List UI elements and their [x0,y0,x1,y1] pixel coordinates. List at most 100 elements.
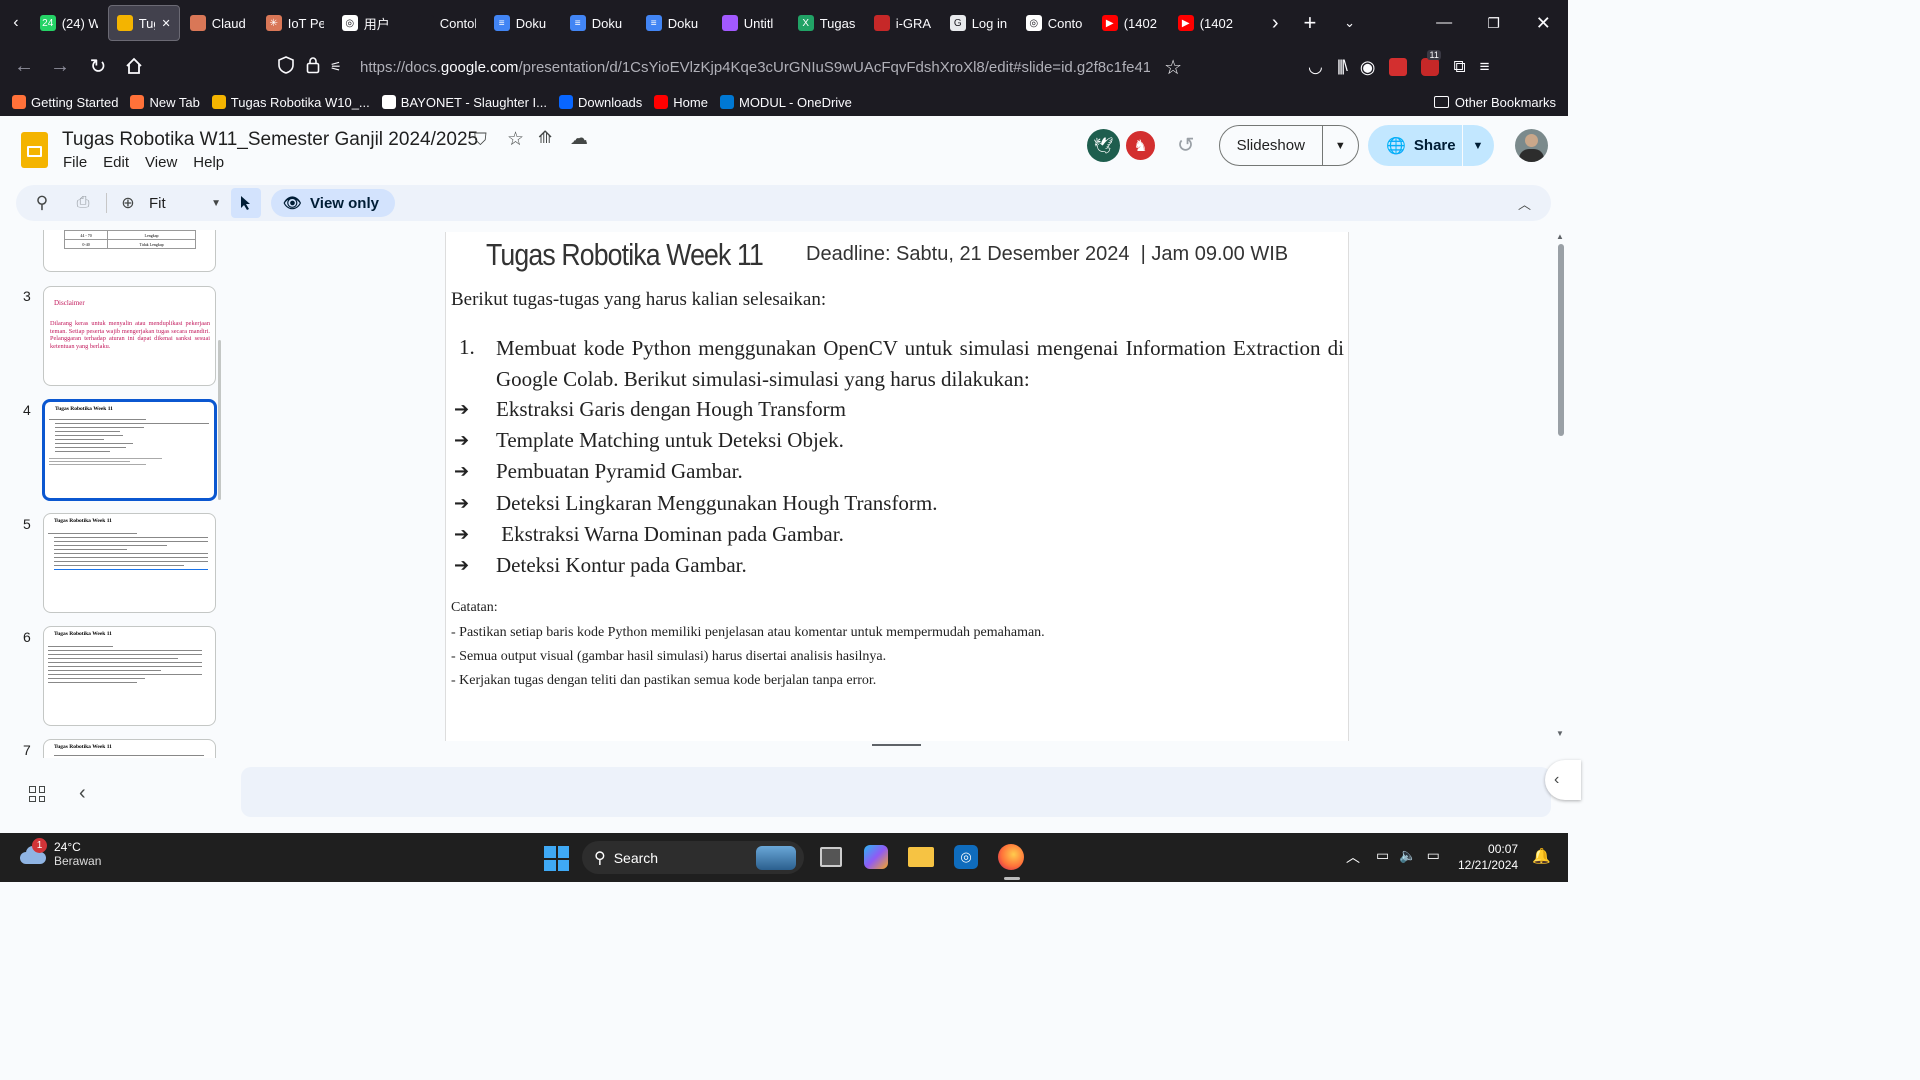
slide-thumbnail-4[interactable]: Tugas Robotika Week 11 [42,399,217,501]
grid-view-icon[interactable] [29,786,45,802]
bookmark-item[interactable]: New Tab [130,95,200,110]
browser-tab[interactable]: ≡ Doku [562,5,636,41]
bookmark-star-icon[interactable]: ☆ [1164,55,1182,80]
site-permissions-icon[interactable]: ⚟ [330,59,354,75]
speaker-notes-area[interactable] [241,767,1551,817]
document-title[interactable]: Tugas Robotika W11_Semester Ganjil 2024/… [62,129,478,151]
print-icon[interactable]: ⎙ [68,194,98,212]
notifications-bell-icon[interactable]: 🔔 [1532,847,1551,865]
slideshow-button[interactable]: Slideshow [1220,137,1322,154]
browser-tab[interactable]: X Tugas [790,5,864,41]
pocket-icon[interactable]: ◡ [1308,57,1323,77]
weather-widget[interactable]: 1 24°C Berawan [18,838,101,868]
browser-tab[interactable]: ◎ 用户 [334,5,408,41]
browser-tab[interactable]: Untitl [714,5,788,41]
restore-window-button[interactable]: ❐ [1469,5,1519,41]
slideshow-dropdown-icon[interactable]: ▼ [1323,140,1358,152]
account-icon[interactable]: ◉ [1360,57,1376,78]
back-button[interactable]: ← [10,52,38,80]
tab-scroll-left-icon[interactable]: ‹ [0,5,32,41]
browser-tab[interactable]: Contoh_C [410,5,484,41]
bookmark-item[interactable]: MODUL - OneDrive [719,95,852,110]
reload-button[interactable]: ↻ [84,52,112,80]
menu-view[interactable]: View [145,154,177,171]
zoom-icon[interactable]: ⊕ [115,193,141,213]
version-history-icon[interactable]: ↺ [1177,133,1195,158]
share-dropdown-icon[interactable]: ▼ [1463,140,1493,152]
search-menus-icon[interactable]: ⚲ [16,193,68,213]
browser-tab[interactable]: i-GRA [866,5,940,41]
menu-help[interactable]: Help [193,154,224,171]
list-all-tabs-icon[interactable]: ⌄ [1330,5,1370,41]
start-button[interactable] [544,846,569,871]
bookmark-item[interactable]: Downloads [558,95,642,110]
shortcut-add-icon[interactable]: ⟰ [538,128,552,148]
extension-badge-icon[interactable]: 11 [1421,50,1441,76]
extensions-puzzle-icon[interactable]: ⧉ [1453,57,1465,77]
canvas-scroll-down-icon[interactable]: ▼ [1556,729,1564,738]
browser-tab[interactable]: 24 (24) W [32,5,106,41]
browser-tab[interactable]: ◎ Conto [1018,5,1092,41]
browser-tab[interactable]: ▶ (1402 [1094,5,1168,41]
file-explorer-icon[interactable] [908,847,934,867]
slide-thumbnail-2[interactable]: 44 - 70 Lengkap 0-40 Tidak Lengkap [43,230,216,272]
clock[interactable]: 00:07 12/21/2024 [1458,841,1518,873]
slide-thumbnail-7[interactable]: Tugas Robotika Week 11 [43,739,216,758]
bookmark-item[interactable]: Tugas Robotika W10_... [211,95,370,110]
lock-icon[interactable] [306,56,328,78]
browser-tab[interactable]: ≡ Doku [486,5,560,41]
collaborator-avatar[interactable]: ♞ [1124,129,1157,162]
filmstrip-scrollbar[interactable] [218,340,221,500]
collapse-filmstrip-icon[interactable]: ‹ [79,782,86,805]
home-button[interactable] [120,52,148,80]
slide-thumbnail-5[interactable]: Tugas Robotika Week 11 [43,513,216,613]
extension-red-icon[interactable] [1389,58,1408,76]
slide-thumbnail-3[interactable]: Disclaimer Dilarang keras untuk menyalin… [43,286,216,386]
google-slides-logo-icon[interactable] [21,132,48,168]
collaborator-avatar[interactable]: 🕊 [1087,129,1120,162]
taskbar-search-box[interactable]: ⚲ Search [582,841,804,874]
url-text[interactable]: https://docs.google.com/presentation/d/1… [360,59,1150,76]
library-icon[interactable]: |||\ [1337,58,1348,76]
menu-edit[interactable]: Edit [103,154,129,171]
star-icon[interactable]: ☆ [507,128,524,151]
minimize-window-button[interactable]: — [1419,5,1469,41]
tab-scroll-right-icon[interactable]: › [1260,5,1290,41]
canvas-scrollbar[interactable] [1558,244,1564,436]
address-bar[interactable]: ⚟ https://docs.google.com/presentation/d… [268,51,1198,83]
taskbar-app-icon[interactable]: ◎ [954,845,978,869]
slide-thumbnail-6[interactable]: Tugas Robotika Week 11 [43,626,216,726]
other-bookmarks[interactable]: Other Bookmarks [1433,95,1556,110]
side-panel-toggle-icon[interactable]: ‹ [1545,760,1581,800]
move-to-folder-icon[interactable]: ⛉ [474,130,487,150]
new-tab-button[interactable]: + [1290,5,1330,41]
browser-tab[interactable]: Claud [182,5,256,41]
system-tray-icons[interactable]: ▭ 🔈 ▭ [1376,847,1440,864]
app-menu-icon[interactable]: ≡ [1480,57,1490,77]
browser-tab[interactable]: ▶ (1402 [1170,5,1244,41]
show-hidden-icons[interactable]: ︿ [1346,847,1360,867]
browser-tab[interactable]: G Log in [942,5,1016,41]
view-only-chip[interactable]: 👁 View only [271,189,395,217]
zoom-select[interactable]: Fit ▼ [149,195,221,212]
browser-tab[interactable]: ✳ IoT Pe [258,5,332,41]
cloud-status-icon[interactable]: ☁ [570,128,588,149]
browser-tab[interactable]: Tug ✕ [107,5,180,41]
canvas-scroll-up-icon[interactable]: ▲ [1556,232,1564,241]
user-avatar[interactable] [1515,129,1548,162]
copilot-icon[interactable] [864,845,888,869]
collapse-toolbar-icon[interactable]: ︿ [1518,194,1531,213]
close-window-button[interactable]: ✕ [1518,5,1568,41]
bookmark-item[interactable]: Getting Started [12,95,118,110]
select-tool-button[interactable] [231,188,261,218]
close-tab-icon[interactable]: ✕ [161,17,170,30]
browser-tab[interactable]: ≡ Doku [638,5,712,41]
task-view-icon[interactable] [820,847,842,867]
menu-file[interactable]: File [63,154,87,171]
bookmark-item[interactable]: BAYONET - Slaughter I... [381,95,547,110]
firefox-icon[interactable] [998,844,1024,870]
share-button[interactable]: 🌐 Share [1368,136,1462,156]
bookmark-item[interactable]: Home [654,95,708,110]
tracking-protection-icon[interactable] [278,56,300,78]
forward-button[interactable]: → [46,52,74,80]
